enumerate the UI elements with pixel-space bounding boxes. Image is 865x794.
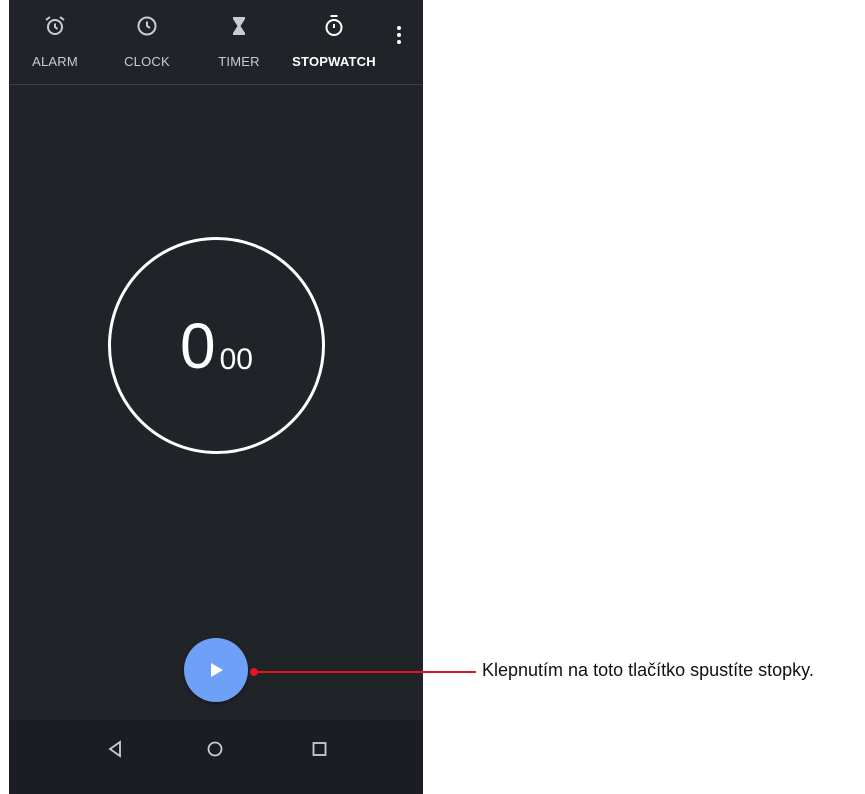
- back-button[interactable]: [95, 734, 135, 764]
- system-nav-bar: [9, 720, 423, 794]
- tab-clock[interactable]: CLOCK: [117, 0, 177, 84]
- start-button[interactable]: [184, 638, 248, 702]
- clock-icon: [137, 16, 157, 36]
- home-button[interactable]: [195, 734, 235, 764]
- callout-text: Klepnutím na toto tlačítko spustíte stop…: [482, 660, 814, 680]
- more-dot-icon: [397, 40, 401, 44]
- stopwatch-dial: 0 00: [108, 237, 325, 454]
- tab-stopwatch[interactable]: STOPWATCH: [284, 0, 384, 84]
- recents-icon: [312, 742, 327, 756]
- tab-timer-label: TIMER: [218, 54, 260, 69]
- tab-timer[interactable]: TIMER: [209, 0, 269, 84]
- tab-bar: ALARM CLOCK TIMER STOPWATCH: [9, 0, 423, 85]
- elapsed-seconds: 0: [180, 309, 216, 382]
- callout-dot: [250, 668, 258, 676]
- back-icon: [108, 740, 121, 758]
- tab-stopwatch-label: STOPWATCH: [292, 54, 376, 69]
- elapsed-time: 0 00: [111, 240, 322, 451]
- elapsed-hundredths: 00: [219, 342, 253, 376]
- tab-alarm-label: ALARM: [32, 54, 78, 69]
- more-dot-icon: [397, 33, 401, 37]
- more-options-button[interactable]: [385, 18, 413, 52]
- home-icon: [207, 741, 223, 757]
- play-icon: [211, 663, 223, 677]
- phone-screen: ALARM CLOCK TIMER STOPWATCH 0 00: [9, 0, 423, 794]
- tab-alarm[interactable]: ALARM: [25, 0, 85, 84]
- alarm-icon: [45, 16, 65, 35]
- recents-button[interactable]: [300, 734, 340, 764]
- stopwatch-icon: [325, 15, 343, 36]
- more-dot-icon: [397, 26, 401, 30]
- callout-line: [254, 671, 476, 673]
- tab-clock-label: CLOCK: [124, 54, 170, 69]
- hourglass-icon: [233, 17, 245, 35]
